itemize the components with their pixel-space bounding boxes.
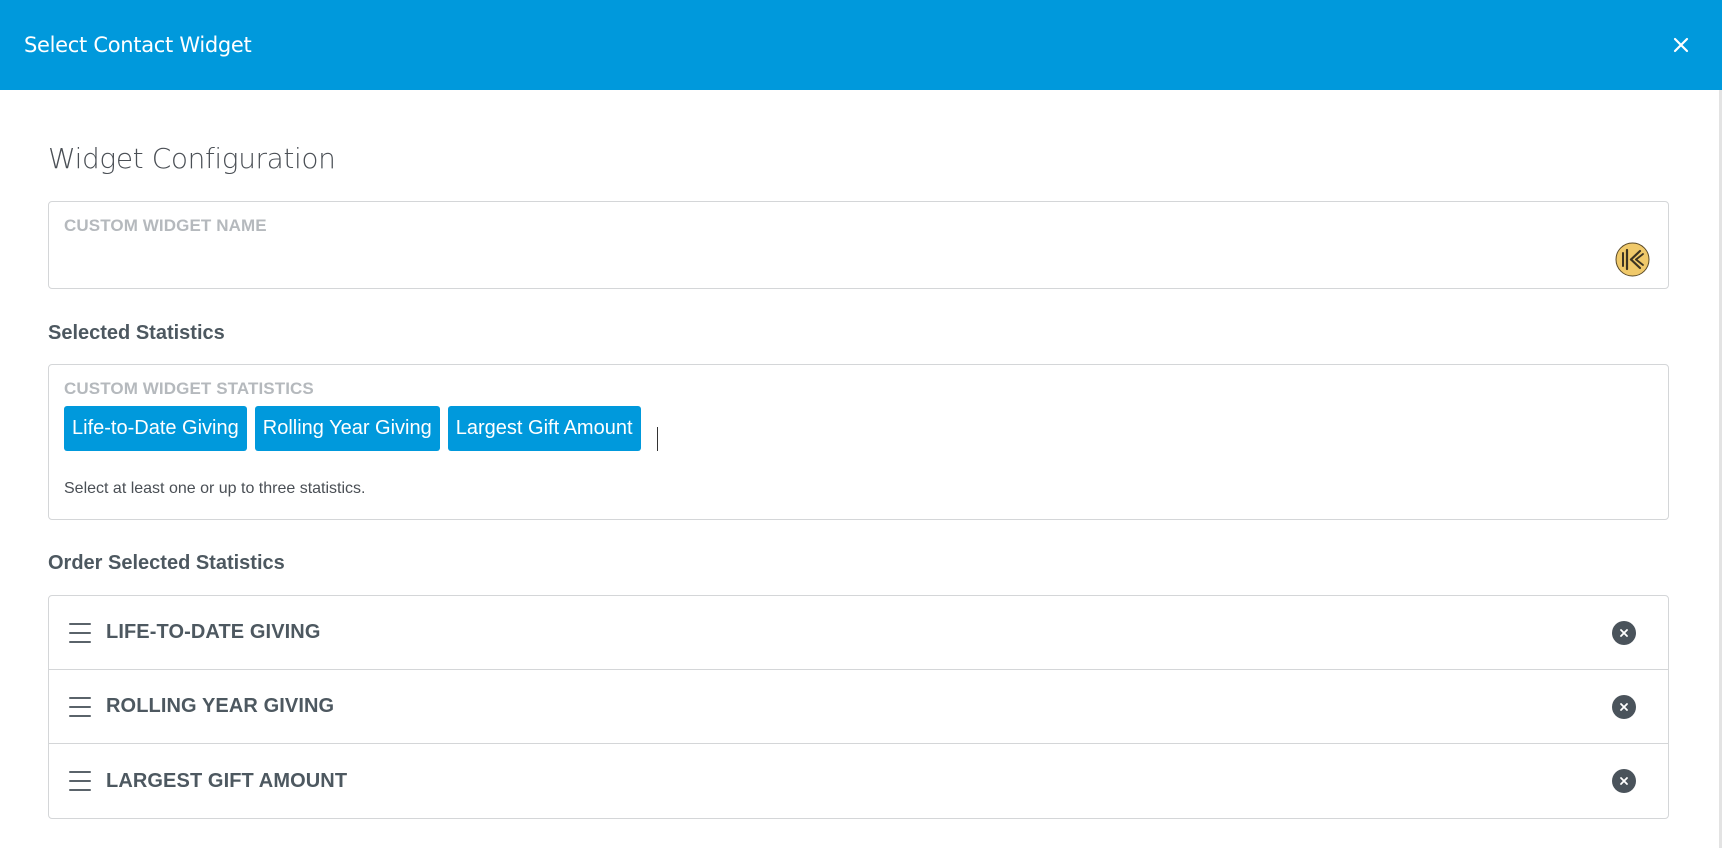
order-row[interactable]: LARGEST GIFT AMOUNT — [49, 744, 1668, 818]
widget-name-field: CUSTOM WIDGET NAME — [48, 201, 1669, 289]
widget-statistics-field[interactable]: CUSTOM WIDGET STATISTICS Life-to-Date Gi… — [48, 364, 1669, 520]
statistic-chip[interactable]: Rolling Year Giving — [254, 405, 440, 451]
drag-handle-icon[interactable] — [69, 622, 91, 643]
close-icon — [1673, 37, 1689, 53]
drag-handle-icon[interactable] — [69, 696, 91, 717]
select-contact-widget-modal: Select Contact Widget Widget Configurati… — [0, 0, 1722, 848]
order-row[interactable]: LIFE-TO-DATE GIVING — [49, 596, 1668, 670]
widget-name-input[interactable] — [64, 246, 1624, 276]
remove-circle-icon[interactable] — [1612, 769, 1636, 793]
section-title: Widget Configuration — [48, 142, 336, 175]
text-caret — [656, 427, 658, 451]
order-statistics-heading: Order Selected Statistics — [48, 552, 285, 574]
remove-circle-icon[interactable] — [1612, 694, 1636, 719]
statistic-chip[interactable]: Largest Gift Amount — [447, 405, 641, 451]
statistic-chip[interactable]: Life-to-Date Giving — [64, 405, 247, 451]
order-row-label: LIFE-TO-DATE GIVING — [106, 621, 321, 643]
close-button[interactable] — [1664, 28, 1698, 62]
keeper-icon[interactable] — [1615, 242, 1650, 277]
modal-title: Select Contact Widget — [24, 33, 252, 57]
order-row[interactable]: ROLLING YEAR GIVING — [49, 670, 1668, 744]
remove-circle-icon[interactable] — [1612, 620, 1636, 645]
widget-statistics-label: CUSTOM WIDGET STATISTICS — [64, 379, 314, 398]
selected-statistics-heading: Selected Statistics — [48, 322, 225, 344]
order-row-label: LARGEST GIFT AMOUNT — [106, 769, 348, 792]
modal-header: Select Contact Widget — [0, 0, 1722, 90]
order-list: LIFE-TO-DATE GIVING ROLLING YEAR GIVING … — [48, 595, 1669, 819]
statistics-help-text: Select at least one or up to three stati… — [64, 480, 366, 497]
widget-name-label: CUSTOM WIDGET NAME — [64, 216, 267, 235]
order-row-label: ROLLING YEAR GIVING — [106, 695, 335, 717]
drag-handle-icon[interactable] — [69, 771, 91, 791]
statistics-chips: Life-to-Date Giving Rolling Year Giving … — [64, 405, 658, 451]
